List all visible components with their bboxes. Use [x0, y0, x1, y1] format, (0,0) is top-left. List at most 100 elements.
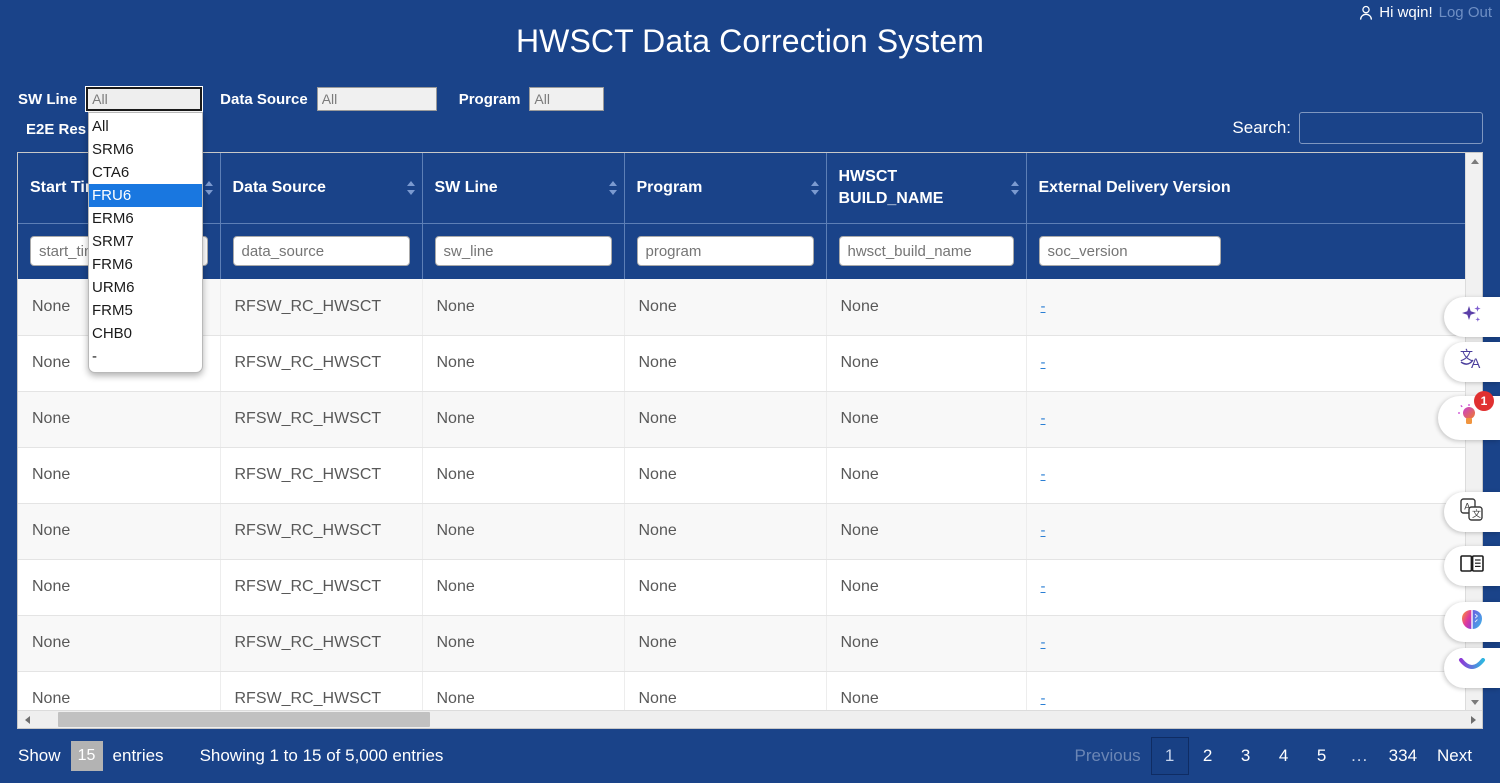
table-row: None RFSW_RC_HWSCT None None None -: [18, 279, 1466, 336]
external-delivery-version-link[interactable]: -: [1041, 298, 1046, 315]
sw-line-option[interactable]: URM6: [89, 276, 202, 299]
ai-brain-tool-button[interactable]: [1444, 602, 1500, 642]
external-delivery-version-link[interactable]: -: [1041, 354, 1046, 371]
dictionary-tool-button[interactable]: [1444, 546, 1500, 586]
cell-external-delivery-version: -: [1026, 391, 1466, 448]
sw-line-option[interactable]: CTA6: [89, 161, 202, 184]
sw-line-select[interactable]: [85, 86, 204, 112]
cell-data-source: RFSW_RC_HWSCT: [220, 559, 423, 616]
svg-text:文: 文: [1472, 508, 1481, 520]
pagination-next[interactable]: Next: [1427, 737, 1482, 775]
cell-sw-line: None: [422, 279, 625, 336]
idea-tool-button[interactable]: 1: [1438, 391, 1500, 440]
col-filter-data-source[interactable]: [232, 236, 410, 267]
scroll-down-arrow-icon[interactable]: [1466, 694, 1482, 711]
user-bar: Hi wqin! Log Out: [1359, 0, 1492, 24]
cell-data-source: RFSW_RC_HWSCT: [220, 615, 423, 672]
col-header-external-delivery-version[interactable]: External Delivery Version: [1026, 153, 1466, 223]
table-header-row: Start Time Data Source SW Line Program H…: [18, 153, 1466, 223]
sw-line-option[interactable]: CHB0: [89, 322, 202, 345]
col-filter-soc-version[interactable]: [1038, 236, 1221, 267]
sort-arrows-icon[interactable]: [1010, 180, 1019, 195]
pagination-page-4[interactable]: 4: [1265, 737, 1303, 775]
cell-start-time: None: [18, 615, 221, 672]
cell-hwsct-build-name: None: [826, 503, 1027, 560]
col-header-data-source[interactable]: Data Source: [220, 153, 423, 223]
cell-program: None: [624, 391, 827, 448]
sw-line-option[interactable]: ERM6: [89, 207, 202, 230]
table-row: None RFSW_RC_HWSCT None None None -: [18, 671, 1466, 711]
table-column-filter-row: [18, 222, 1466, 279]
external-delivery-version-link[interactable]: -: [1041, 634, 1046, 651]
cell-data-source: RFSW_RC_HWSCT: [220, 279, 423, 336]
table-footer: Show 15 entries Showing 1 to 15 of 5,000…: [0, 729, 1500, 783]
sw-line-option[interactable]: FRM6: [89, 253, 202, 276]
cell-hwsct-build-name: None: [826, 335, 1027, 392]
col-header-program[interactable]: Program: [624, 153, 827, 223]
pagination-page-1[interactable]: 1: [1150, 737, 1189, 775]
sw-line-option[interactable]: FRM5: [89, 299, 202, 322]
sw-line-option[interactable]: All: [89, 115, 202, 138]
pagination-page-5[interactable]: 5: [1303, 737, 1341, 775]
external-delivery-version-link[interactable]: -: [1041, 466, 1046, 483]
sort-arrows-icon[interactable]: [810, 180, 819, 195]
col-filter-cell-hwsct-build-name: [826, 222, 1027, 279]
smile-arc-icon: [1458, 657, 1486, 679]
page-translate-tool-button[interactable]: A 文: [1444, 492, 1500, 532]
cell-sw-line: None: [422, 447, 625, 504]
sparkle-tool-button[interactable]: [1444, 297, 1500, 337]
entries-label: entries: [112, 746, 164, 765]
sw-line-dropdown-list[interactable]: All SRM6 CTA6 FRU6 ERM6 SRM7 FRM6 URM6 F…: [88, 112, 203, 373]
horizontal-scrollbar-thumb[interactable]: [58, 712, 430, 727]
translate-tool-button[interactable]: 文 A: [1444, 342, 1500, 382]
external-delivery-version-link[interactable]: -: [1041, 410, 1046, 427]
horizontal-scrollbar[interactable]: [18, 710, 1482, 728]
cell-program: None: [624, 559, 827, 616]
cell-start-time: None: [18, 559, 221, 616]
dictionary-book-icon: [1459, 552, 1485, 581]
sw-line-option[interactable]: SRM6: [89, 138, 202, 161]
sparkle-icon: [1459, 302, 1485, 333]
cell-hwsct-build-name: None: [826, 279, 1027, 336]
scroll-left-arrow-icon[interactable]: [18, 711, 36, 728]
sort-arrows-icon[interactable]: [608, 180, 617, 195]
cell-start-time: None: [18, 671, 221, 711]
entries-length-select[interactable]: 15: [70, 741, 103, 771]
sort-arrows-icon[interactable]: [204, 180, 213, 195]
external-delivery-version-link[interactable]: -: [1041, 522, 1046, 539]
col-filter-hwsct-build-name[interactable]: [838, 236, 1014, 267]
user-greeting: Hi wqin!: [1379, 3, 1433, 21]
pagination-page-3[interactable]: 3: [1227, 737, 1265, 775]
cell-data-source: RFSW_RC_HWSCT: [220, 391, 423, 448]
cell-data-source: RFSW_RC_HWSCT: [220, 335, 423, 392]
scroll-up-arrow-icon[interactable]: [1466, 153, 1482, 170]
col-filter-sw-line[interactable]: [434, 236, 612, 267]
search-input[interactable]: [1299, 112, 1483, 144]
cell-external-delivery-version: -: [1026, 279, 1466, 336]
logout-link[interactable]: Log Out: [1439, 4, 1492, 21]
smile-tool-button[interactable]: [1444, 648, 1500, 688]
sw-line-option-selected[interactable]: FRU6: [89, 184, 202, 207]
sw-line-option[interactable]: SRM7: [89, 230, 202, 253]
col-header-sw-line[interactable]: SW Line: [422, 153, 625, 223]
pagination-page-2[interactable]: 2: [1189, 737, 1227, 775]
cell-hwsct-build-name: None: [826, 671, 1027, 711]
external-delivery-version-link[interactable]: -: [1041, 578, 1046, 595]
pagination-page-334[interactable]: 334: [1379, 737, 1427, 775]
scroll-right-arrow-icon[interactable]: [1464, 711, 1482, 728]
pagination-previous[interactable]: Previous: [1065, 737, 1151, 775]
cell-program: None: [624, 503, 827, 560]
data-source-select[interactable]: [316, 87, 437, 111]
svg-text:A: A: [1471, 355, 1481, 371]
program-select[interactable]: [529, 87, 605, 111]
col-filter-program[interactable]: [636, 236, 814, 267]
sort-arrows-icon[interactable]: [406, 180, 415, 195]
cell-external-delivery-version: -: [1026, 559, 1466, 616]
col-header-hwsct-build-name[interactable]: HWSCT BUILD_NAME: [826, 153, 1027, 223]
col-header-label: Program: [636, 178, 703, 196]
sw-line-option[interactable]: -: [89, 345, 202, 368]
sw-line-label: SW Line: [18, 90, 78, 108]
cell-start-time: None: [18, 447, 221, 504]
external-delivery-version-link[interactable]: -: [1041, 690, 1046, 707]
cell-external-delivery-version: -: [1026, 503, 1466, 560]
